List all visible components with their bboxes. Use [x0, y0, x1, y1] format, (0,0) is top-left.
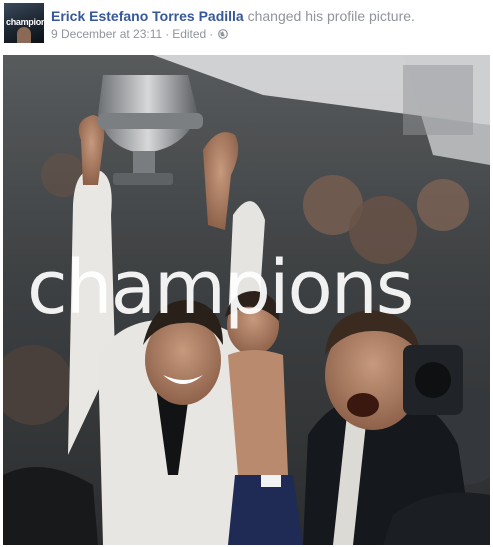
- avatar[interactable]: champion: [4, 3, 44, 43]
- post-header: champion Erick Estefano Torres Padilla c…: [0, 0, 493, 52]
- author-name-link[interactable]: Erick Estefano Torres Padilla: [51, 8, 244, 24]
- post-timestamp-link[interactable]: 9 December at 23:11: [51, 27, 162, 41]
- avatar-text: champion: [6, 17, 44, 27]
- edited-label[interactable]: Edited: [172, 27, 206, 41]
- profile-picture-photo[interactable]: champions: [3, 55, 490, 545]
- post-headline: Erick Estefano Torres Padilla changed hi…: [51, 8, 415, 25]
- meta-separator: ·: [165, 27, 170, 41]
- meta-separator-2: ·: [209, 27, 214, 41]
- photo-overlay-text: champions: [27, 245, 414, 331]
- globe-icon[interactable]: [218, 28, 229, 39]
- post-action-text: changed his profile picture.: [247, 8, 415, 24]
- avatar-figure: [17, 27, 31, 43]
- post-meta: 9 December at 23:11 · Edited ·: [51, 27, 229, 42]
- feed-post: champion Erick Estefano Torres Padilla c…: [0, 0, 493, 547]
